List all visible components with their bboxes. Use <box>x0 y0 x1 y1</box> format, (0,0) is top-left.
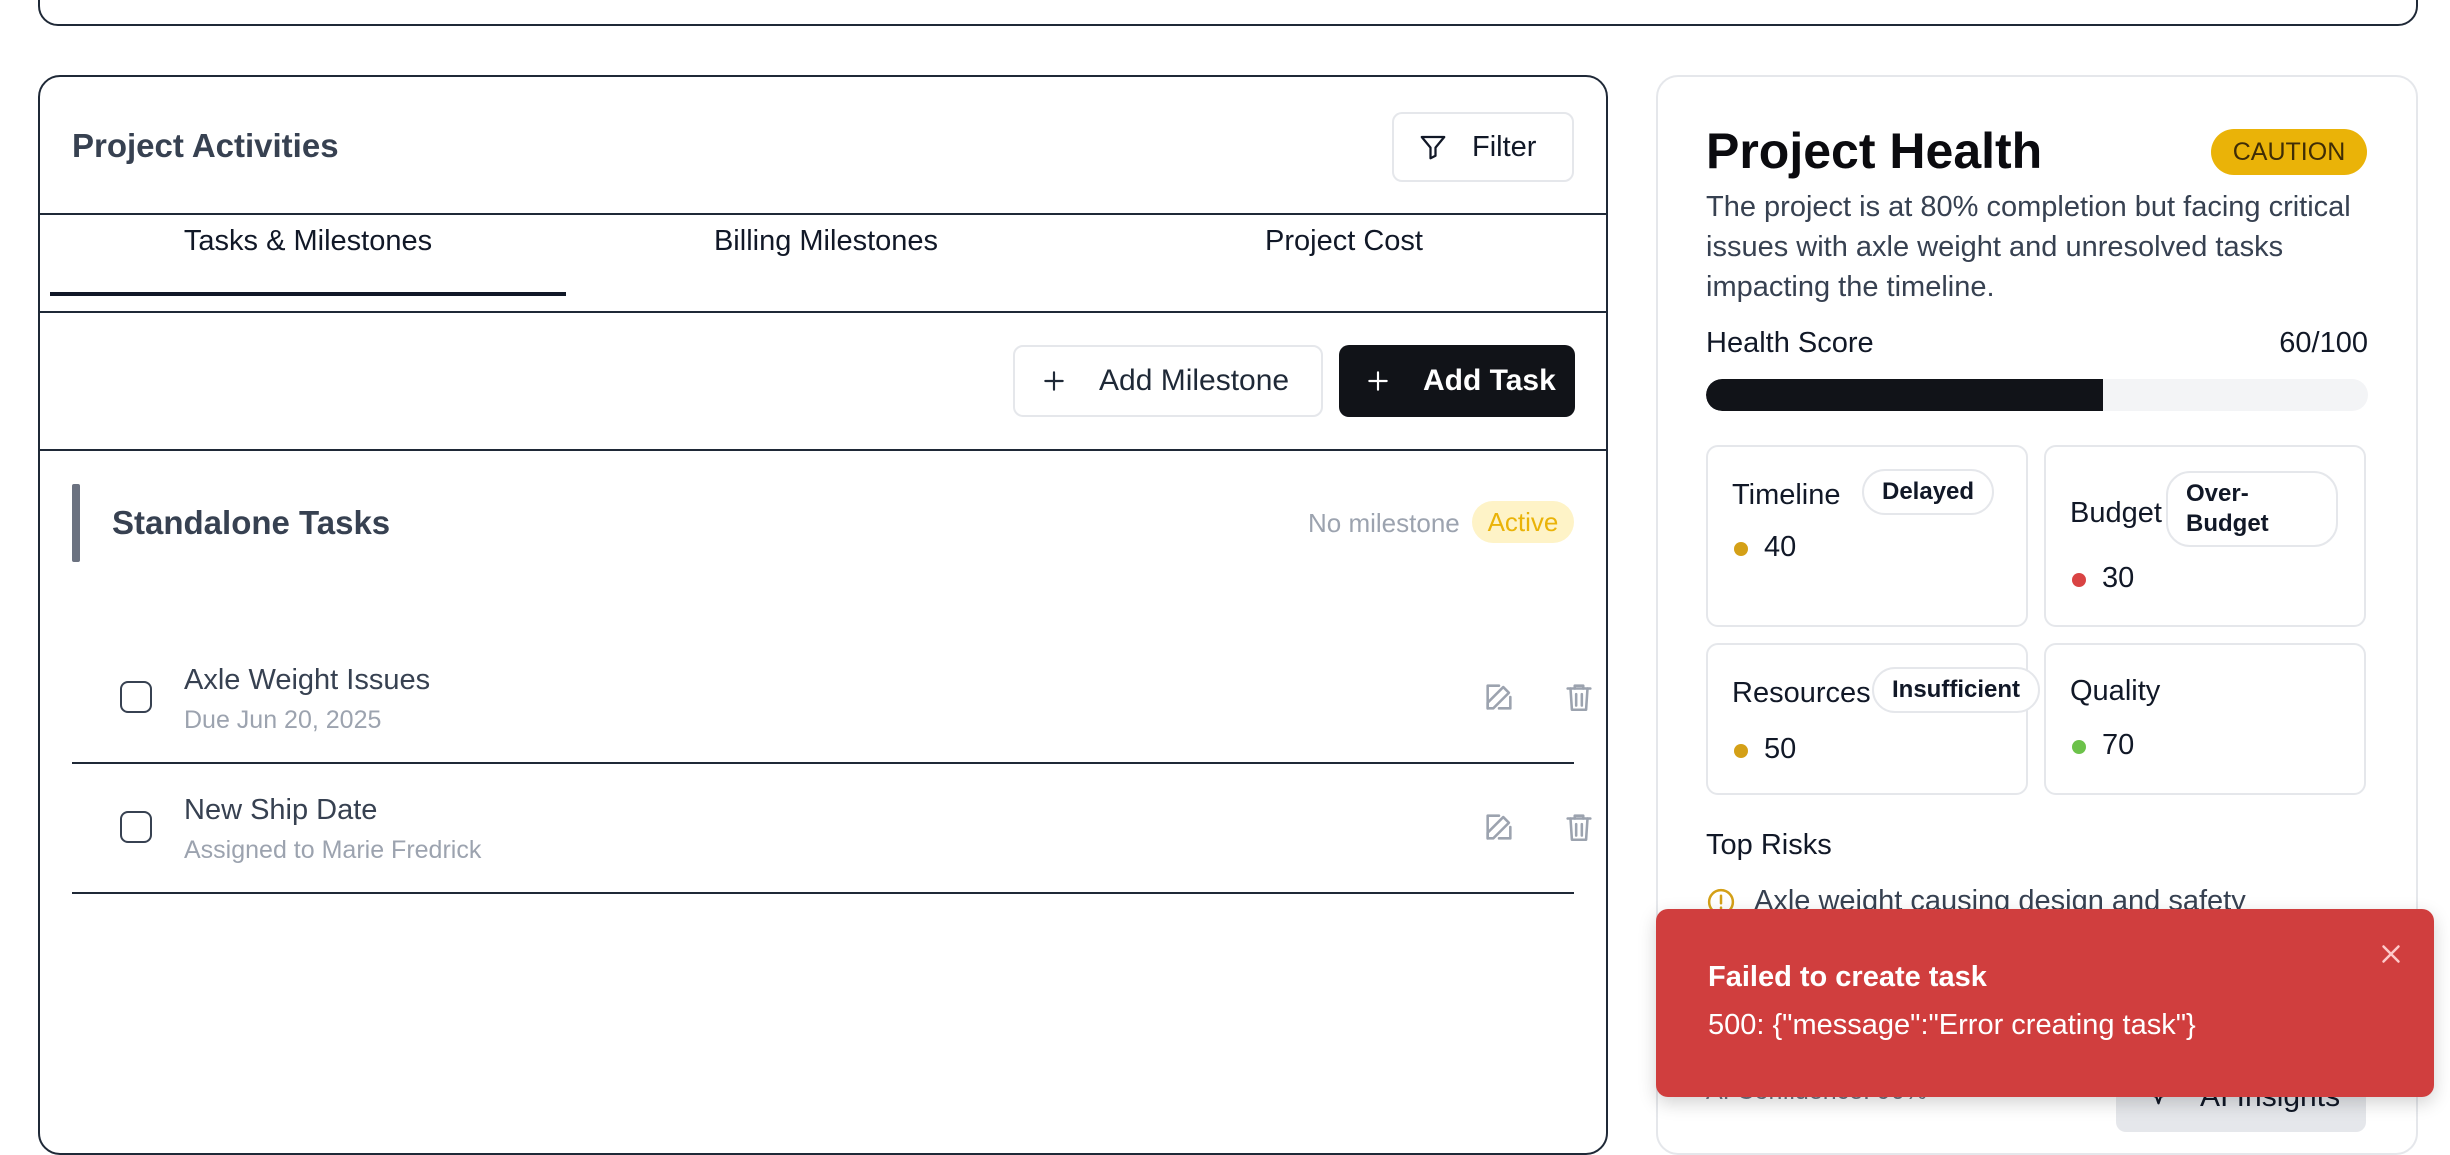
health-score-fill <box>1706 379 2104 411</box>
health-description: The project is at 80% completion but fac… <box>1706 191 2351 303</box>
task-due-date: Due Jun 20, 2025 <box>184 706 382 734</box>
active-tab-indicator <box>50 292 566 296</box>
edit-icon[interactable] <box>1482 810 1516 844</box>
metric-dot <box>1734 744 1748 758</box>
divider <box>40 311 1606 313</box>
toast-message: 500: {"message":"Error creating task"} <box>1708 1009 2196 1041</box>
trash-icon[interactable] <box>1562 810 1596 844</box>
toast-title: Failed to create task <box>1708 961 1987 993</box>
metric-dot <box>2072 740 2086 754</box>
metric-status-pill: Over-Budget <box>2166 471 2338 547</box>
metric-name: Quality <box>2070 675 2161 707</box>
error-toast: Failed to create task 500: {"message":"E… <box>1656 909 2434 1097</box>
health-score-value: 60/100 <box>2279 327 2368 359</box>
group-accent-bar <box>72 484 80 562</box>
top-risks-title: Top Risks <box>1706 829 1832 861</box>
add-milestone-button[interactable]: Add Milestone <box>1013 345 1323 417</box>
metric-value: 30 <box>2102 562 2135 594</box>
status-badge: Active <box>1472 501 1574 543</box>
filter-button[interactable]: Filter <box>1392 112 1574 182</box>
plus-icon <box>1044 371 1064 391</box>
metric-dot <box>2072 573 2086 587</box>
group-title: Standalone Tasks <box>112 504 391 541</box>
health-score-label: Health Score <box>1706 327 1874 359</box>
metric-value: 40 <box>1764 531 1797 563</box>
metric-resources: Resources Insufficient 50 <box>1706 643 2041 795</box>
metric-value: 50 <box>1764 733 1797 765</box>
task-assignee: Assigned to Marie Fredrick <box>184 836 482 864</box>
metric-name: Resources <box>1732 677 1871 709</box>
top-card <box>38 0 2418 26</box>
metric-timeline: Timeline Delayed 40 <box>1706 445 2028 627</box>
card-title: Project Activities <box>72 127 339 164</box>
metric-name: Timeline <box>1732 479 1841 511</box>
plus-icon <box>1368 371 1388 391</box>
tab-tasks-milestones[interactable]: Tasks & Milestones <box>50 213 566 269</box>
metric-dot <box>1734 542 1748 556</box>
project-activities-card: Project Activities Filter Tasks & Milest… <box>38 75 1608 1155</box>
tab-project-cost[interactable]: Project Cost <box>1086 213 1602 269</box>
task-row: Axle Weight Issues Due Jun 20, 2025 <box>72 634 1592 764</box>
task-checkbox[interactable] <box>120 811 152 843</box>
metric-status-pill: Delayed <box>1862 469 1995 515</box>
filter-label: Filter <box>1472 130 1537 163</box>
task-name: Axle Weight Issues <box>184 664 431 696</box>
task-row: New Ship Date Assigned to Marie Fredrick <box>72 764 1592 894</box>
add-task-button[interactable]: Add Task <box>1339 345 1575 417</box>
health-title: Project Health <box>1706 123 2043 179</box>
add-task-label: Add Task <box>1423 364 1556 397</box>
tab-billing-milestones[interactable]: Billing Milestones <box>568 213 1084 269</box>
close-icon[interactable] <box>2376 939 2406 969</box>
filter-icon <box>1420 135 1446 160</box>
metric-budget: Budget Over-Budget 30 <box>2044 445 2366 627</box>
metric-name: Budget <box>2070 497 2162 529</box>
edit-icon[interactable] <box>1482 680 1516 714</box>
trash-icon[interactable] <box>1562 680 1596 714</box>
metric-value: 70 <box>2102 729 2135 761</box>
add-milestone-label: Add Milestone <box>1099 364 1290 397</box>
health-score-bar <box>1706 379 2368 411</box>
task-name: New Ship Date <box>184 794 378 826</box>
divider <box>40 449 1606 451</box>
metric-status-pill: Insufficient <box>1872 667 2041 713</box>
task-checkbox[interactable] <box>120 681 152 713</box>
caution-badge: CAUTION <box>2211 129 2367 175</box>
group-milestone-text: No milestone <box>1308 508 1460 538</box>
metric-quality: Quality 70 <box>2044 643 2366 795</box>
